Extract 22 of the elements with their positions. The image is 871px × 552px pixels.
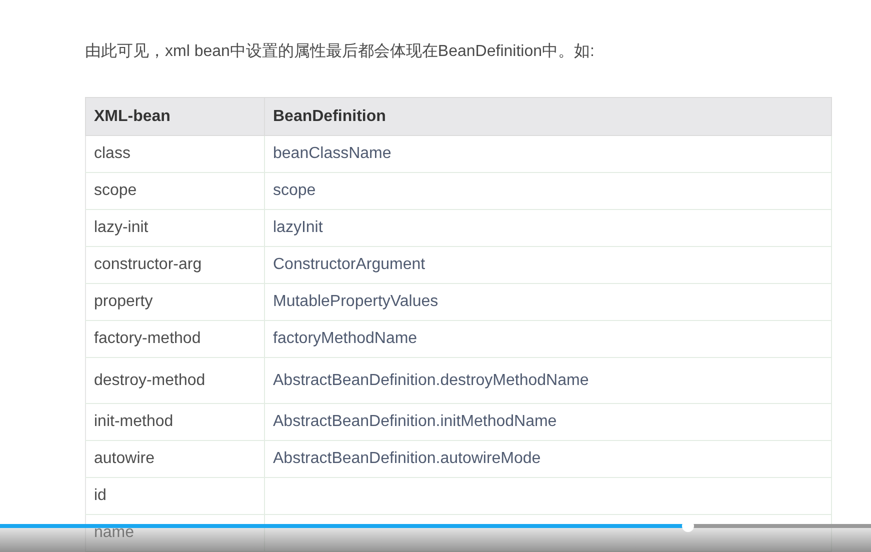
table-cell: ConstructorArgument (264, 246, 832, 284)
table-cell: constructor-arg (86, 246, 264, 284)
table-cell: AbstractBeanDefinition.destroyMethodName (264, 358, 832, 404)
column-header: BeanDefinition (264, 98, 832, 136)
table-cell: AbstractBeanDefinition.initMethodName (264, 404, 832, 440)
table-cell: MutablePropertyValues (264, 284, 832, 320)
table-cell: factoryMethodName (264, 320, 832, 358)
table-cell: factory-method (86, 320, 264, 358)
table-cell: lazy-init (86, 210, 264, 246)
table-cell: class (86, 136, 264, 172)
table-cell: init-method (86, 404, 264, 440)
table-cell: lazyInit (264, 210, 832, 246)
table-cell: id (86, 478, 264, 514)
intro-text: 由此可见，xml bean中设置的属性最后都会体现在BeanDefinition中。如: (85, 42, 596, 62)
table-cell: AbstractBeanDefinition.autowireMode (264, 440, 832, 478)
table-cell: scope (86, 172, 264, 210)
table-cell: destroy-method (86, 358, 264, 404)
table-cell: beanClassName (264, 136, 832, 172)
table-cell: scope (264, 172, 832, 210)
table-cell: autowire (86, 440, 264, 478)
table-cell: property (86, 284, 264, 320)
column-header: XML-bean (86, 98, 264, 136)
